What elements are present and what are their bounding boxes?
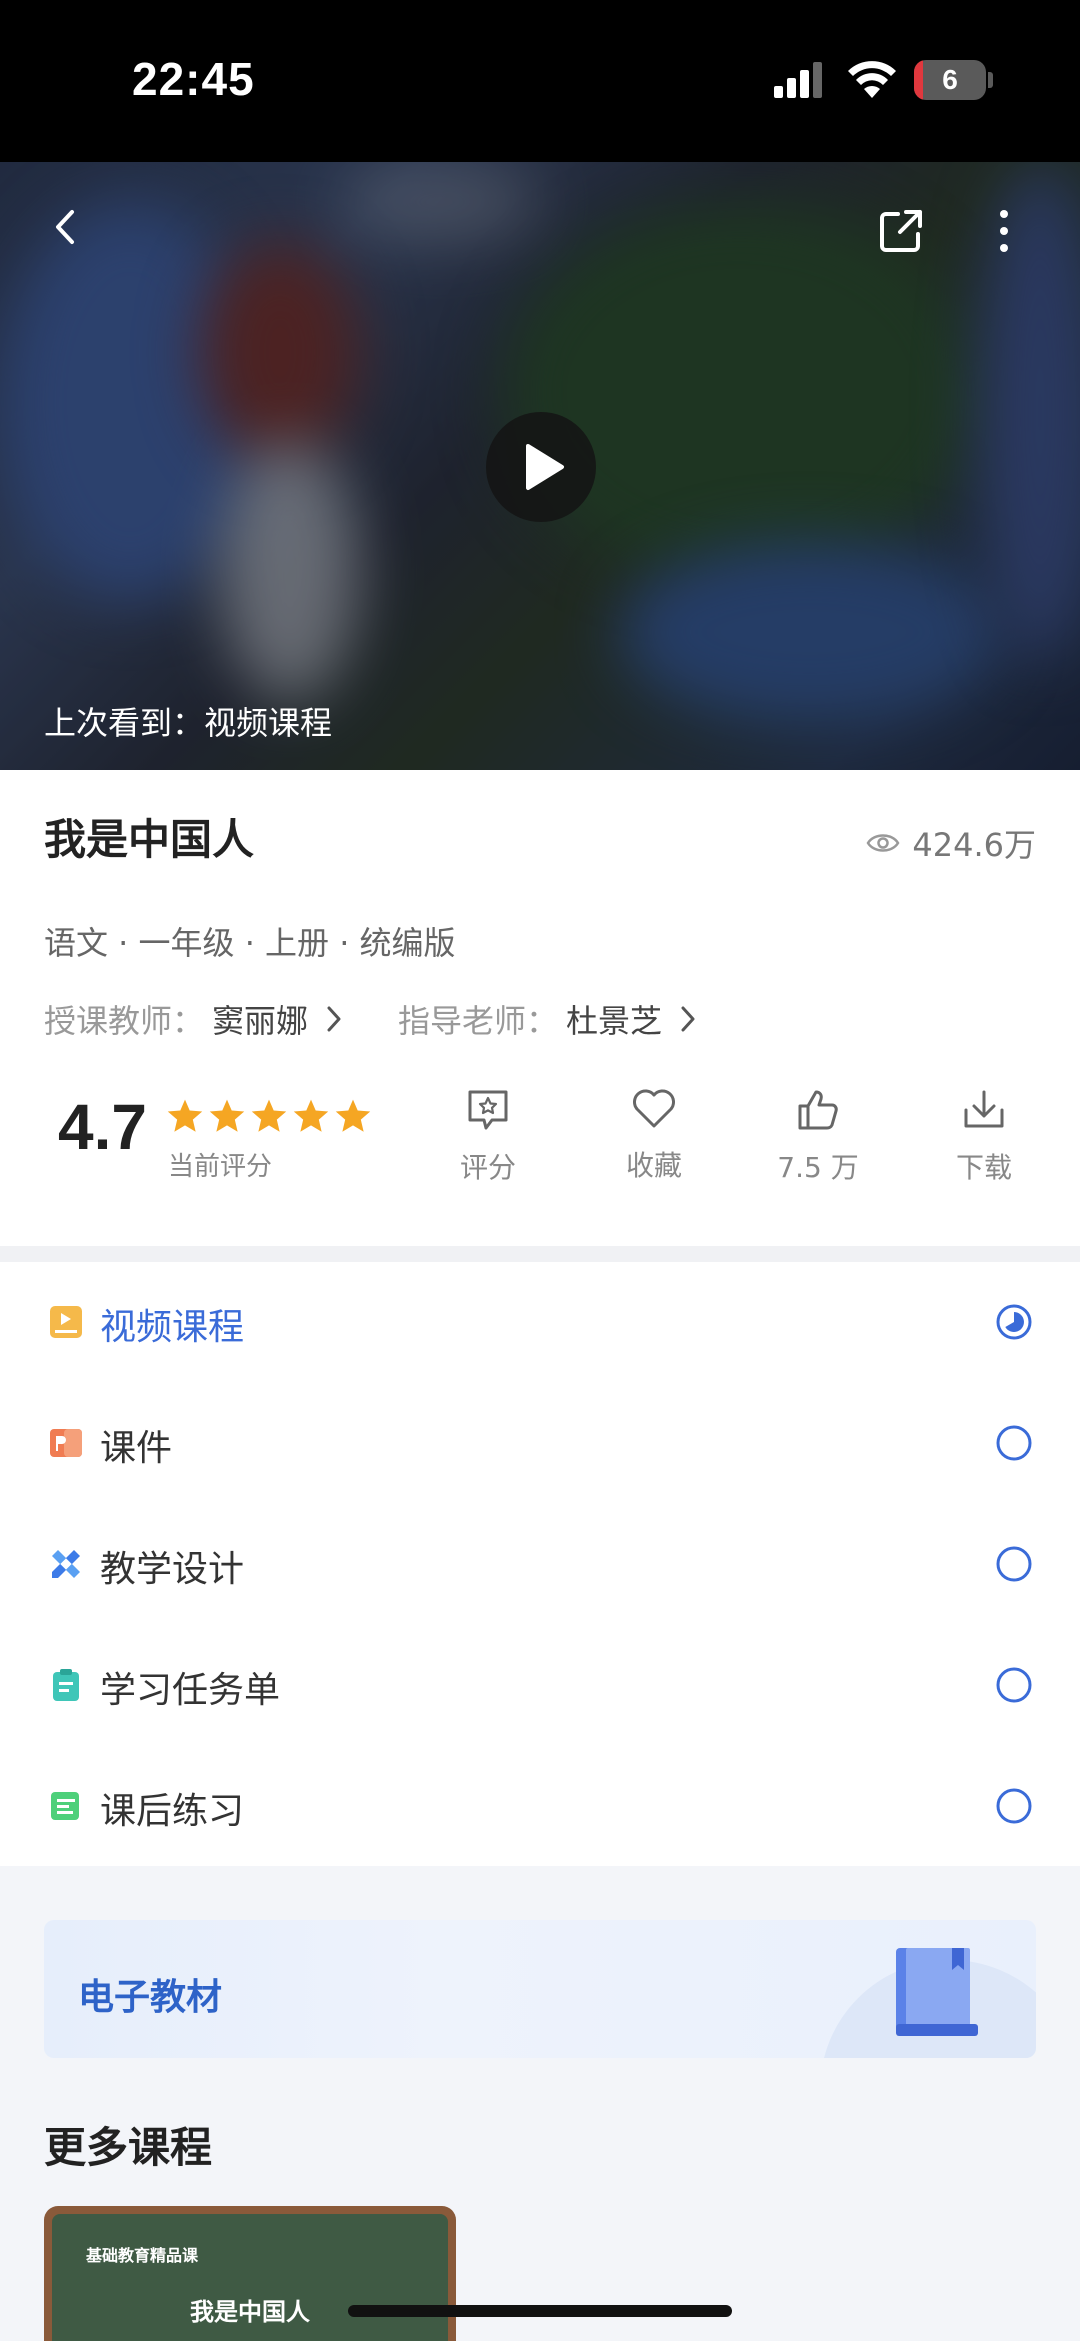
favorite-label: 收藏 bbox=[625, 1149, 682, 1182]
resource-label: 学习任务单 bbox=[100, 1670, 281, 1711]
teacher-row: 授课教师： 窦丽娜 指导老师： 杜景芝 bbox=[44, 996, 752, 1042]
resource-label: 课后练习 bbox=[100, 1791, 245, 1832]
rate-button[interactable]: 评分 bbox=[428, 1088, 548, 1186]
courseware-icon bbox=[50, 1429, 82, 1457]
section-divider bbox=[0, 1246, 1080, 1262]
resource-item-exercise[interactable]: 课后练习 bbox=[0, 1746, 1080, 1867]
last-watched-value: 视频课程 bbox=[204, 704, 333, 742]
radio-icon bbox=[996, 1667, 1032, 1703]
battery-icon: 6 bbox=[914, 60, 986, 100]
rating-value: 4.7 bbox=[58, 1091, 147, 1163]
teacher-name-link[interactable]: 窦丽娜 bbox=[212, 996, 308, 1042]
resource-item-task-sheet[interactable]: 学习任务单 bbox=[0, 1625, 1080, 1746]
star-icon bbox=[293, 1099, 329, 1132]
last-watched-label: 上次看到： bbox=[44, 704, 205, 742]
book-icon bbox=[896, 1948, 978, 2036]
eye-icon bbox=[866, 834, 900, 852]
status-bar: 22:45 6 bbox=[0, 0, 1080, 162]
video-player[interactable]: 上次看到：视频课程 bbox=[0, 162, 1080, 770]
resource-item-courseware[interactable]: 课件 bbox=[0, 1383, 1080, 1504]
teaching-design-icon bbox=[52, 1550, 80, 1578]
course-title: 我是中国人 bbox=[44, 815, 255, 864]
ebook-banner[interactable]: 电子教材 bbox=[44, 1920, 1036, 2058]
rate-icon bbox=[468, 1090, 508, 1130]
play-button[interactable] bbox=[486, 412, 596, 522]
like-button[interactable]: 7.5 万 bbox=[758, 1088, 878, 1186]
rate-label: 评分 bbox=[459, 1151, 516, 1184]
course-card[interactable]: 基础教育精品课 我是中国人 bbox=[44, 2206, 456, 2341]
course-card-tag: 基础教育精品课 bbox=[86, 2246, 199, 2265]
cellular-signal-icon bbox=[774, 62, 822, 98]
advisor-name-link[interactable]: 杜景芝 bbox=[566, 996, 662, 1042]
chevron-right-icon[interactable] bbox=[680, 1005, 696, 1033]
ebook-label: 电子教材 bbox=[78, 1977, 223, 2018]
course-info: 我是中国人 424.6万 语文 · 一年级 · 上册 · 统编版 授课教师： 窦… bbox=[0, 770, 1080, 1246]
course-meta: 语文 · 一年级 · 上册 · 统编版 bbox=[44, 924, 456, 962]
battery-level: 6 bbox=[942, 64, 958, 95]
video-course-icon bbox=[50, 1306, 82, 1338]
wifi-icon bbox=[848, 61, 896, 98]
exercise-icon bbox=[51, 1792, 79, 1820]
resource-label: 教学设计 bbox=[100, 1549, 245, 1590]
home-indicator[interactable] bbox=[348, 2305, 732, 2317]
back-arrow-icon[interactable] bbox=[40, 202, 90, 252]
star-icon bbox=[251, 1099, 287, 1132]
view-count-value: 424.6万 bbox=[912, 826, 1036, 864]
resource-label: 视频课程 bbox=[100, 1307, 245, 1348]
rating-caption: 当前评分 bbox=[168, 1152, 273, 1182]
resource-item-teaching-design[interactable]: 教学设计 bbox=[0, 1504, 1080, 1625]
more-options-icon[interactable] bbox=[986, 206, 1022, 256]
chevron-right-icon[interactable] bbox=[326, 1005, 342, 1033]
download-icon bbox=[964, 1090, 1004, 1128]
star-icon bbox=[167, 1099, 203, 1132]
resource-label: 课件 bbox=[100, 1428, 173, 1469]
download-label: 下载 bbox=[955, 1151, 1012, 1184]
radio-icon bbox=[996, 1425, 1032, 1461]
radio-icon bbox=[996, 1788, 1032, 1824]
play-icon bbox=[526, 444, 564, 490]
star-rating bbox=[166, 1098, 372, 1134]
thumbs-up-icon bbox=[798, 1090, 838, 1130]
like-count: 7.5 万 bbox=[777, 1151, 859, 1184]
resource-item-video-course[interactable]: 视频课程 bbox=[0, 1262, 1080, 1383]
heart-icon bbox=[633, 1089, 675, 1128]
progress-radio-icon bbox=[996, 1304, 1032, 1340]
star-icon bbox=[335, 1099, 371, 1132]
radio-icon bbox=[996, 1546, 1032, 1582]
star-icon bbox=[209, 1099, 245, 1132]
download-button[interactable]: 下载 bbox=[924, 1088, 1044, 1186]
last-watched: 上次看到：视频课程 bbox=[44, 698, 332, 744]
favorite-button[interactable]: 收藏 bbox=[594, 1088, 714, 1184]
share-icon[interactable] bbox=[878, 208, 924, 254]
course-thumbnail: 基础教育精品课 我是中国人 bbox=[52, 2214, 448, 2341]
view-count: 424.6万 bbox=[866, 820, 1036, 866]
task-sheet-icon bbox=[53, 1669, 79, 1701]
teacher-label: 授课教师： bbox=[44, 1002, 205, 1040]
advisor-label: 指导老师： bbox=[398, 1002, 559, 1040]
resource-list: 视频课程 课件 教学设计 学习任务单 课后练习 bbox=[0, 1262, 1080, 1866]
status-time: 22:45 bbox=[132, 53, 255, 105]
more-courses-title: 更多课程 bbox=[44, 2123, 213, 2172]
